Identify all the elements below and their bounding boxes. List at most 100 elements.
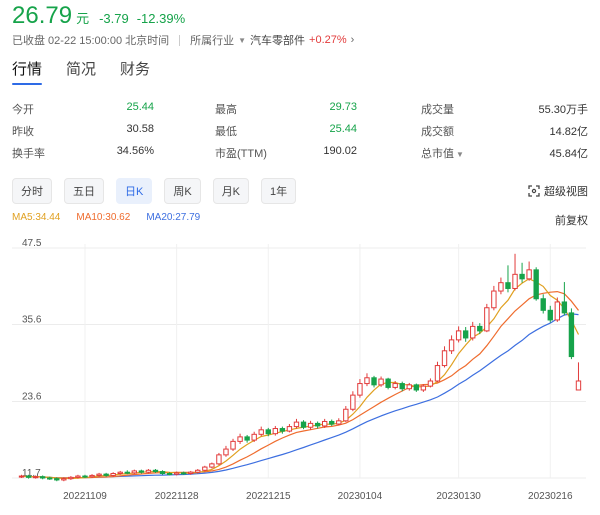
ma20-label: MA20:27.79 [146, 212, 201, 223]
candle-body [575, 380, 582, 391]
candle-body [420, 385, 427, 391]
stats-row: 今开 25.44 最高 29.73 成交量 55.30万手 [12, 98, 588, 120]
period-weekly-k[interactable]: 周K [164, 178, 201, 204]
period-monthly-k[interactable]: 月K [212, 178, 250, 204]
candle-body [357, 383, 363, 396]
period-intraday[interactable]: 分时 [12, 178, 52, 204]
candle-body [61, 478, 67, 481]
candle-body [293, 421, 300, 428]
industry-name: 汽车零部件 [250, 35, 306, 47]
tab-quote[interactable]: 行情 [12, 58, 43, 85]
candle-body [39, 476, 46, 479]
candle-body [195, 469, 201, 473]
period-daily-k[interactable]: 日K [116, 178, 153, 204]
tab-profile[interactable]: 简况 [66, 58, 96, 85]
candle-body [96, 473, 102, 476]
candle-body [272, 428, 279, 435]
candle-body [484, 307, 490, 332]
stat-value: 30.58 [126, 123, 154, 135]
market-status: 已收盘 02-22 15:00:00 北京时间 [12, 35, 170, 47]
candle-body [166, 473, 173, 476]
period-bar: 分时 五日 日K 周K 月K 1年 超级视图 [12, 178, 588, 204]
candle-body [110, 473, 116, 476]
ma5-label: MA5:34.44 [12, 212, 61, 223]
period-one-year[interactable]: 1年 [261, 178, 297, 204]
candle-body [329, 420, 335, 425]
candle-body [554, 301, 561, 321]
x-tick-label: 20221109 [63, 491, 107, 502]
super-view-button[interactable]: 超级视图 [528, 183, 588, 199]
candle-body [117, 471, 123, 475]
industry-change: +0.27% [309, 34, 347, 46]
x-tick-label: 20230104 [338, 491, 383, 502]
y-tick-label: 35.6 [22, 314, 42, 325]
stat-value: 25.44 [329, 123, 357, 135]
x-tick-label: 20230130 [436, 491, 481, 502]
stat-turnover-amount: 成交额 14.82亿 [421, 123, 588, 139]
price-change-pct: -12.39% [136, 11, 186, 26]
stat-value: 55.30万手 [538, 104, 588, 116]
stat-volume: 成交量 55.30万手 [421, 101, 588, 117]
candle-body [533, 269, 539, 300]
stat-label: 最低 [215, 126, 237, 138]
ma10-label: MA10:30.62 [76, 212, 131, 223]
price-unit: 元 [76, 11, 90, 26]
candle-body [47, 477, 53, 480]
divider [179, 34, 181, 46]
candle-body [230, 440, 236, 450]
industry-label: 所属行业 [190, 35, 235, 47]
dropdown-caret-icon: ▼ [238, 35, 247, 45]
candle-body [448, 339, 455, 352]
main-tabs: 行情 简况 财务 [12, 58, 150, 85]
stat-label: 今开 [12, 104, 34, 116]
candle-body [18, 475, 25, 478]
ma-legend: MA5:34.44 MA10:30.62 MA20:27.79 前复权 [12, 212, 588, 228]
candle-body [82, 475, 88, 478]
candle-body [399, 383, 405, 390]
industry-link[interactable]: 汽车零部件 +0.27% › [248, 32, 354, 48]
candle-body [364, 377, 370, 385]
stat-value: 14.82亿 [549, 126, 588, 138]
stats-grid: 今开 25.44 最高 29.73 成交量 55.30万手 昨收 30.58 最低 25.… [12, 98, 588, 164]
candle-body [251, 433, 257, 441]
stats-row: 换手率 34.56% 市盈(TTM) 190.02 总市值 ▼ 45.84亿 [12, 142, 588, 164]
candle-body [392, 383, 398, 388]
stat-label: 市盈(TTM) [215, 148, 267, 160]
candle-body [188, 471, 194, 475]
candle-body [145, 469, 152, 473]
period-five-day[interactable]: 五日 [64, 178, 104, 204]
candle-body [547, 309, 553, 321]
candle-body [512, 273, 518, 289]
status-row: 已收盘 02-22 15:00:00 北京时间 所属行业 ▼ 汽车零部件 +0.… [12, 32, 354, 48]
candle-body [75, 475, 81, 478]
candle-body [350, 394, 356, 410]
adjust-toggle[interactable]: 前复权 [555, 212, 588, 228]
stat-value: 45.84亿 [549, 148, 588, 160]
tab-finance[interactable]: 财务 [120, 58, 150, 85]
candle-body [568, 312, 575, 358]
kline-chart[interactable]: 47.535.623.611.720221109 20221128 20221215… [0, 232, 600, 515]
stat-prev-close: 昨收 30.58 [12, 123, 154, 139]
candle-body [265, 429, 271, 435]
candle-body [68, 476, 74, 480]
candle-body [202, 466, 208, 471]
candle-body [279, 428, 286, 432]
stat-market-cap[interactable]: 总市值 ▼ 45.84亿 [421, 145, 588, 161]
stat-label: 总市值 ▼ [421, 145, 464, 161]
candle-body [385, 378, 391, 388]
candle-body [343, 408, 349, 422]
y-tick-label: 23.6 [22, 392, 42, 403]
candle-body [209, 463, 215, 468]
candle-body [258, 429, 264, 435]
candle-body [434, 365, 441, 382]
candle-body [25, 475, 32, 478]
stat-value: 190.02 [323, 145, 357, 157]
candle-body [505, 282, 511, 289]
candle-body [371, 377, 377, 386]
candle-body [314, 422, 321, 427]
candle-body [223, 448, 229, 456]
stat-value: 34.56% [116, 145, 154, 157]
candle-body [173, 472, 180, 475]
candle-body [455, 330, 462, 341]
x-tick-label: 20221128 [155, 491, 199, 502]
